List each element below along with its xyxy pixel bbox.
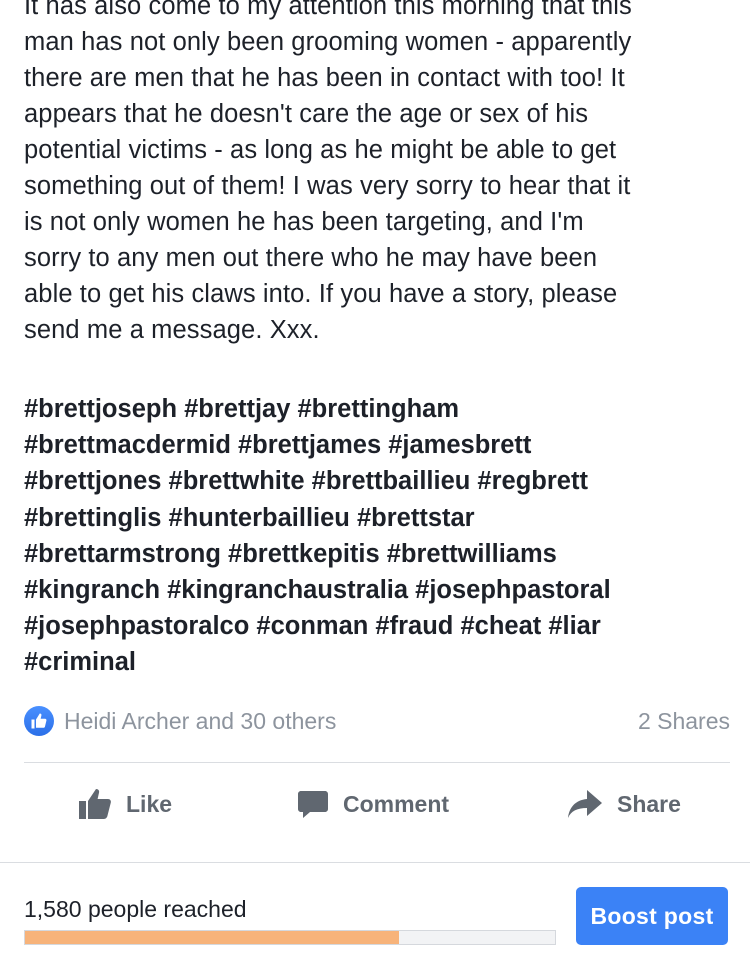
reactors-link[interactable]: Heidi Archer and 30 others	[64, 706, 336, 736]
hashtag-line[interactable]: #brettmacdermid #brettjames #jamesbrett	[24, 427, 734, 463]
hashtag-line[interactable]: #josephpastoralco #conman #fraud #cheat …	[24, 608, 734, 644]
like-button[interactable]: Like	[78, 786, 172, 822]
post-text-line: appears that he doesn't care the age or …	[24, 100, 589, 128]
hashtag-line[interactable]: #brettjones #brettwhite #brettbaillieu #…	[24, 463, 734, 499]
reactions-summary: Heidi Archer and 30 others 2 Shares	[24, 704, 730, 740]
hashtag-line[interactable]: #brettarmstrong #brettkepitis #brettwill…	[24, 536, 734, 572]
post-text-line: something out of them! I was very sorry …	[24, 172, 631, 200]
share-button[interactable]: Share	[567, 786, 681, 822]
post-text-line: It has also come to my attention this mo…	[24, 0, 632, 20]
post-text-line: sorry to any men out there who he may ha…	[24, 244, 598, 272]
post-text-line: able to get his claws into. If you have …	[24, 280, 618, 308]
comment-bubble-icon	[298, 791, 328, 818]
boost-post-button[interactable]: Boost post	[576, 887, 728, 945]
post-text-line: send me a message. Xxx.	[24, 316, 320, 344]
reach-progress-fill	[25, 931, 399, 944]
post-hashtags: #brettjoseph #brettjay #brettingham #bre…	[24, 391, 734, 681]
like-label: Like	[126, 790, 173, 817]
hashtag-line[interactable]: #brettjoseph #brettjay #brettingham	[24, 391, 734, 427]
post-text-line: man has not only been grooming women - a…	[24, 28, 632, 56]
post-text-line: potential victims - as long as he might …	[24, 136, 617, 164]
reach-progress-bar	[24, 930, 556, 945]
hashtag-line[interactable]: #kingranch #kingranchaustralia #josephpa…	[24, 572, 734, 608]
comment-label: Comment	[343, 790, 450, 817]
post-body-text: It has also come to my attention this mo…	[24, 0, 734, 348]
thumbs-up-icon[interactable]	[24, 706, 54, 736]
divider	[24, 762, 730, 763]
thumbs-up-icon	[79, 789, 111, 819]
post-text-line: there are men that he has been in contac…	[24, 64, 625, 92]
shares-count-link[interactable]: 2 Shares	[638, 706, 730, 736]
post-text-line: is not only women he has been targeting,…	[24, 208, 584, 236]
post-actions: Like Comment Share	[0, 764, 750, 844]
share-label: Share	[617, 790, 681, 817]
people-reached-text: 1,580 people reached	[24, 896, 247, 922]
comment-button[interactable]: Comment	[297, 786, 449, 822]
hashtag-line[interactable]: #brettinglis #hunterbaillieu #brettstar	[24, 500, 734, 536]
hashtag-line[interactable]: #criminal	[24, 644, 734, 680]
share-arrow-icon	[568, 790, 602, 818]
divider	[0, 862, 750, 863]
facebook-post: It has also come to my attention this mo…	[0, 0, 750, 969]
